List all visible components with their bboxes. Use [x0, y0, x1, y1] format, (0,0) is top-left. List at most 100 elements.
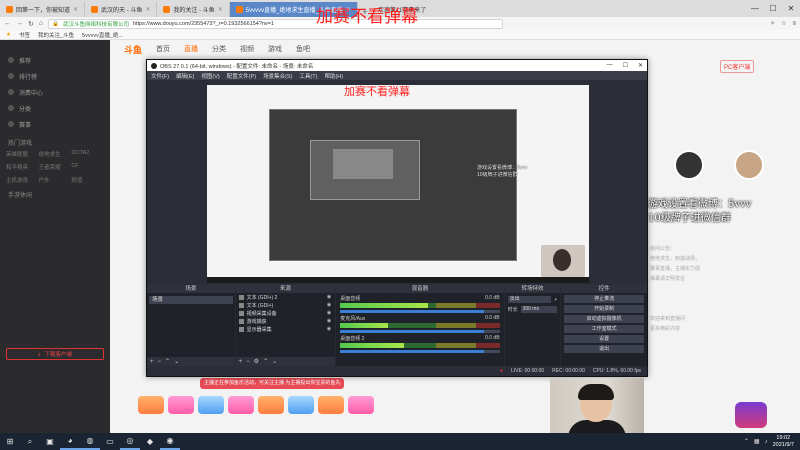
menu-file[interactable]: 文件(F): [151, 72, 169, 80]
close-window-icon[interactable]: ✕: [782, 4, 800, 13]
minimize-icon[interactable]: —: [607, 62, 613, 69]
task-view-icon[interactable]: ▣: [40, 433, 60, 450]
browser-icon[interactable]: ◎: [120, 433, 140, 450]
sidebar-game[interactable]: DOTA2: [71, 150, 104, 158]
scene-item[interactable]: 场景: [149, 296, 233, 304]
move-up-icon[interactable]: ⌃: [263, 358, 268, 365]
start-recording-button[interactable]: 开始录制: [564, 305, 644, 313]
exit-button[interactable]: 退出: [564, 345, 644, 353]
gift-icon[interactable]: [348, 396, 374, 414]
sidebar-item-esports[interactable]: 赛事: [0, 116, 110, 132]
sidebar-item-rank[interactable]: 排行榜: [0, 68, 110, 84]
menu-icon[interactable]: ≡: [792, 21, 796, 27]
maximize-icon[interactable]: ☐: [764, 4, 782, 13]
nav-fishbar[interactable]: 鱼吧: [296, 44, 310, 54]
gift-icon[interactable]: [138, 396, 164, 414]
nav-games[interactable]: 游戏: [268, 44, 282, 54]
qq-icon[interactable]: ◕: [60, 433, 80, 450]
transition-select[interactable]: 淡出: [507, 296, 552, 303]
maximize-icon[interactable]: ☐: [623, 62, 628, 69]
folder-icon[interactable]: ▭: [100, 433, 120, 450]
close-window-icon[interactable]: ✕: [638, 62, 643, 69]
sidebar-game[interactable]: 王者荣耀: [39, 163, 72, 171]
event-banner-icon[interactable]: [735, 402, 767, 428]
gear-icon[interactable]: ⚙: [254, 358, 259, 365]
visibility-eye-icon[interactable]: ◉: [327, 294, 331, 300]
move-up-icon[interactable]: ⌃: [165, 358, 170, 365]
gift-icon[interactable]: [228, 396, 254, 414]
nav-category[interactable]: 分类: [212, 44, 226, 54]
minimize-icon[interactable]: —: [746, 4, 764, 13]
remove-icon[interactable]: −: [158, 359, 162, 365]
volume-slider[interactable]: [340, 350, 500, 353]
gift-icon[interactable]: [198, 396, 224, 414]
source-item[interactable]: 游戏捕获 ◉: [236, 317, 336, 325]
add-icon[interactable]: +: [554, 297, 557, 303]
sidebar-item-consume[interactable]: 消费中心: [0, 84, 110, 100]
home-icon[interactable]: ⌂: [39, 20, 43, 27]
menu-profile[interactable]: 配置文件(P): [227, 72, 256, 80]
sidebar-item-category[interactable]: 分类: [0, 100, 110, 116]
move-down-icon[interactable]: ⌄: [174, 358, 179, 365]
add-icon[interactable]: +: [239, 359, 243, 365]
stop-streaming-button[interactable]: 停止推流: [564, 295, 644, 303]
refresh-icon[interactable]: ↻: [28, 20, 34, 28]
game-icon[interactable]: ◆: [140, 433, 160, 450]
sidebar-game[interactable]: 颜值: [71, 176, 104, 184]
tray-arrow-icon[interactable]: ⌃: [744, 438, 749, 445]
bookmark-star-icon[interactable]: ☆: [781, 20, 786, 27]
bookmark-item[interactable]: 书签: [19, 31, 30, 39]
menu-scene-collection[interactable]: 场景集合(S): [263, 72, 292, 80]
browser-tab-2[interactable]: 武汉的天 - 斗鱼 ✕: [85, 2, 158, 17]
menu-edit[interactable]: 编辑(E): [176, 72, 194, 80]
sidebar-game[interactable]: 绝地求生: [39, 150, 72, 158]
source-item[interactable]: 文本 (GDI+) ◉: [236, 301, 336, 309]
sidebar-game[interactable]: 英雄联盟: [6, 150, 39, 158]
sidebar-item-recommend[interactable]: 推荐: [0, 52, 110, 68]
menu-help[interactable]: 帮助(H): [324, 72, 343, 80]
clock[interactable]: 19:02 2021/9/7: [773, 435, 794, 449]
add-icon[interactable]: +: [150, 359, 154, 365]
nav-live[interactable]: 直播: [184, 44, 198, 54]
gift-icon[interactable]: [318, 396, 344, 414]
move-down-icon[interactable]: ⌄: [272, 358, 277, 365]
source-item[interactable]: 文本 (GDI+) 2 ◉: [236, 293, 336, 301]
sidebar-game[interactable]: 和平精英: [6, 163, 39, 171]
visibility-eye-icon[interactable]: ◉: [327, 302, 331, 308]
sidebar-game[interactable]: CF: [71, 163, 104, 171]
obs-icon[interactable]: ◉: [160, 433, 180, 450]
close-tab-icon[interactable]: ✕: [145, 6, 150, 13]
bookmark-item[interactable]: 5vvvvv直播_绝...: [82, 31, 123, 39]
menu-view[interactable]: 视图(V): [201, 72, 219, 80]
settings-button[interactable]: 设置: [564, 335, 644, 343]
back-icon[interactable]: ←: [4, 20, 11, 27]
nav-video[interactable]: 视频: [240, 44, 254, 54]
volume-slider[interactable]: [340, 310, 500, 313]
menu-tools[interactable]: 工具(T): [299, 72, 317, 80]
extension-icon[interactable]: ✧: [770, 20, 775, 27]
download-client-button[interactable]: ⤓ 下载客户端: [6, 348, 104, 360]
volume-icon[interactable]: ♪: [765, 439, 768, 445]
visibility-eye-icon[interactable]: ◉: [327, 318, 331, 324]
network-icon[interactable]: ▦: [754, 438, 760, 445]
avatar[interactable]: [734, 150, 764, 180]
gift-icon[interactable]: [168, 396, 194, 414]
windows-start-icon[interactable]: ⊞: [0, 433, 20, 450]
close-tab-icon[interactable]: ✕: [73, 6, 78, 13]
sidebar-game[interactable]: 主机游戏: [6, 176, 39, 184]
douyu-logo[interactable]: 斗鱼: [124, 43, 142, 56]
gift-icon[interactable]: [258, 396, 284, 414]
close-tab-icon[interactable]: ✕: [218, 6, 223, 13]
visibility-eye-icon[interactable]: ◉: [327, 326, 331, 332]
browser-tab-3[interactable]: 我的关注 - 斗鱼 ✕: [157, 2, 230, 17]
duration-input[interactable]: 300 ms: [520, 306, 558, 313]
virtual-camera-button[interactable]: 启动虚拟摄像机: [564, 315, 644, 323]
source-item[interactable]: 显示器采集 ◉: [236, 325, 336, 333]
bookmark-item[interactable]: 我的关注_斗鱼: [38, 31, 74, 39]
source-item[interactable]: 视频采集设备 ◉: [236, 309, 336, 317]
sidebar-game[interactable]: 户外: [39, 176, 72, 184]
obs-preview[interactable]: 游戏设置看微博：5vvv 10级牌子进微信群: [207, 85, 589, 283]
browser-tab-1[interactable]: 回第一下，你被知道 ✕: [0, 2, 86, 17]
pc-client-badge[interactable]: PC客户端: [720, 60, 755, 73]
studio-mode-button[interactable]: 工作室模式: [564, 325, 644, 333]
